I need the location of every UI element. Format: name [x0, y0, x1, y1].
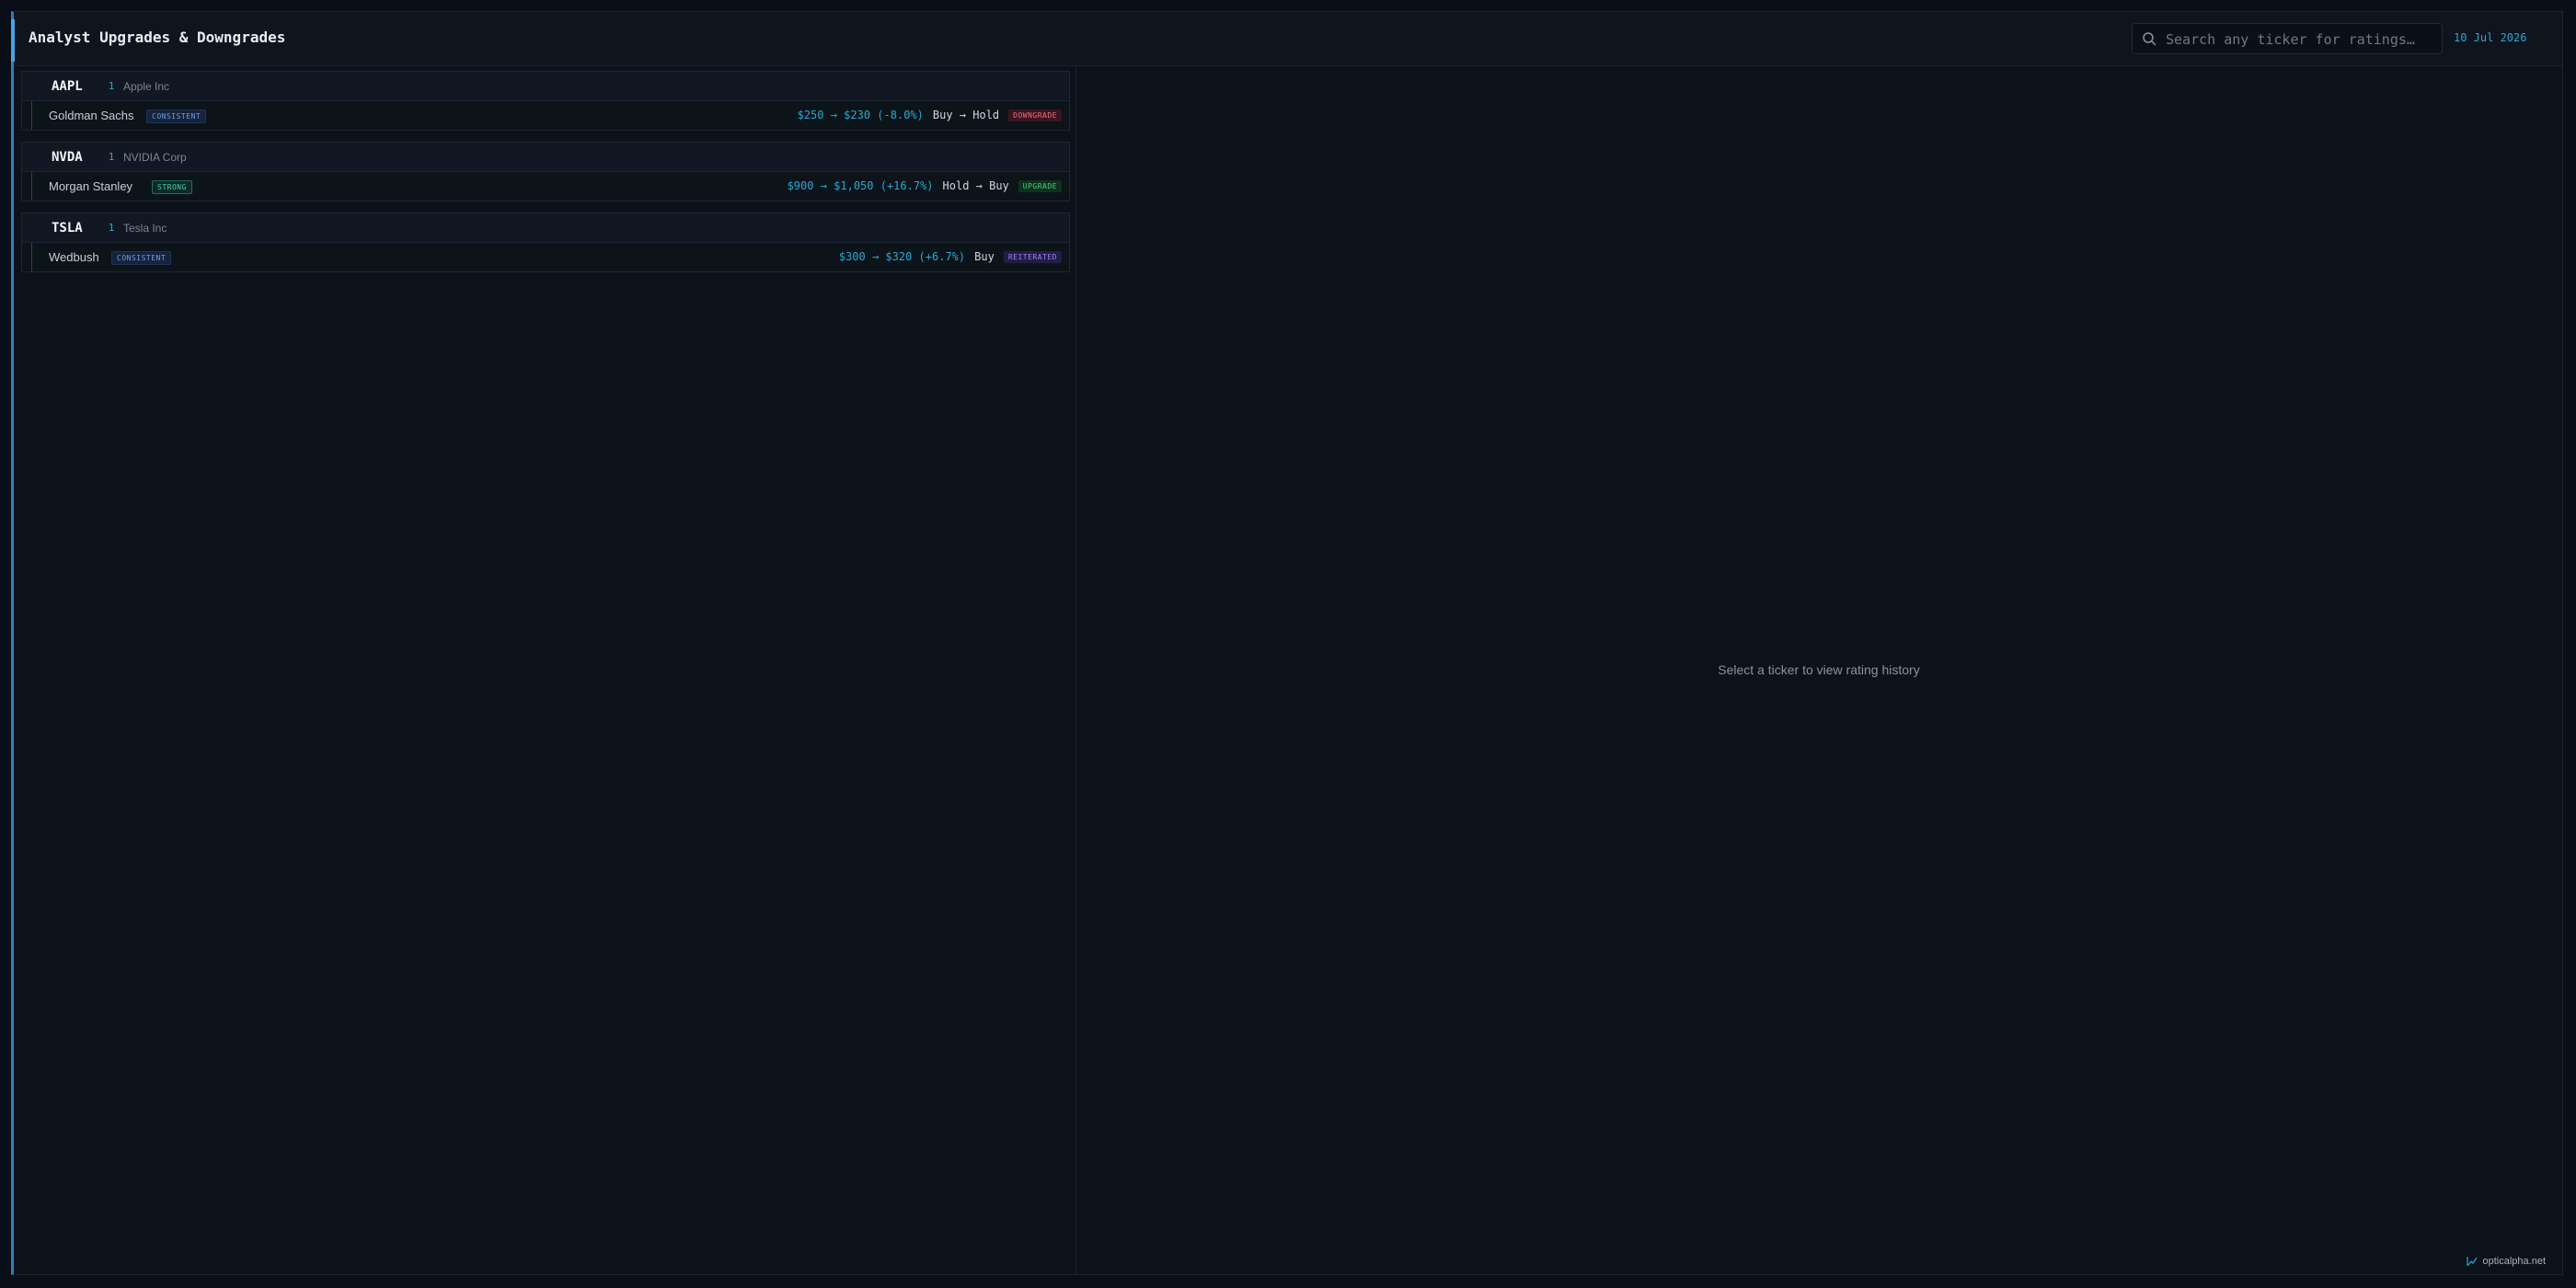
ticker-header-nvda[interactable]: NVDA 1 NVIDIA Corp	[22, 143, 1069, 172]
company-name: NVIDIA Corp	[123, 151, 187, 164]
detail-panel: Select a ticker to view rating history	[1075, 65, 2562, 1274]
analyst-firm: Wedbush	[49, 250, 99, 264]
search-icon	[2143, 32, 2156, 46]
ticker-group-nvda: NVDA 1 NVIDIA Corp Morgan Stanley STRONG…	[21, 142, 1070, 201]
ratings-list-panel: AAPL 1 Apple Inc Goldman Sachs CONSISTEN…	[14, 65, 1076, 1274]
rating-row[interactable]: Wedbush CONSISTENT $300 → $320 (+6.7%) B…	[31, 243, 1069, 271]
action-badge: DOWNGRADE	[1008, 109, 1062, 121]
ticker-symbol: NVDA	[52, 150, 83, 165]
rating-count: 1	[108, 151, 115, 163]
price-target-change: $250 → $230 (-8.0%)	[797, 109, 924, 121]
rating-change: Buy	[974, 250, 995, 263]
app-frame: Analyst Upgrades & Downgrades 10 Jul 202…	[11, 11, 2563, 1275]
rating-change-info: $900 → $1,050 (+16.7%) Hold → Buy UPGRAD…	[788, 179, 1062, 192]
company-name: Tesla Inc	[123, 222, 167, 235]
rating-row[interactable]: Morgan Stanley STRONG $900 → $1,050 (+16…	[31, 172, 1069, 201]
action-badge: REITERATED	[1003, 250, 1062, 263]
ticker-symbol: AAPL	[52, 79, 83, 94]
ticker-group-aapl: AAPL 1 Apple Inc Goldman Sachs CONSISTEN…	[21, 71, 1070, 131]
page-title: Analyst Upgrades & Downgrades	[29, 29, 286, 46]
footer-brand[interactable]: opticalpha.net	[2466, 1256, 2547, 1267]
consistency-badge: CONSISTENT	[111, 251, 172, 265]
chart-trend-icon	[2466, 1257, 2477, 1266]
company-name: Apple Inc	[123, 80, 170, 93]
rating-change: Hold → Buy	[942, 179, 1009, 192]
rating-change-info: $250 → $230 (-8.0%) Buy → Hold DOWNGRADE	[798, 109, 1062, 121]
ticker-header-tsla[interactable]: TSLA 1 Tesla Inc	[22, 213, 1069, 243]
analyst-firm: Goldman Sachs	[49, 109, 134, 122]
consistency-badge: CONSISTENT	[146, 109, 207, 123]
header-bar: Analyst Upgrades & Downgrades 10 Jul 202…	[11, 12, 2562, 66]
brand-link[interactable]: opticalpha.net	[2483, 1256, 2547, 1267]
header-accent-bar	[11, 19, 15, 62]
rating-row[interactable]: Goldman Sachs CONSISTENT $250 → $230 (-8…	[31, 101, 1069, 130]
empty-state-message: Select a ticker to view rating history	[1718, 662, 1920, 677]
price-target-change: $300 → $320 (+6.7%)	[838, 250, 966, 263]
search-box[interactable]	[2132, 23, 2443, 54]
analyst-firm: Morgan Stanley	[49, 179, 133, 193]
action-badge: UPGRADE	[1018, 179, 1062, 192]
ticker-group-tsla: TSLA 1 Tesla Inc Wedbush CONSISTENT $300…	[21, 213, 1070, 272]
date-label: 10 Jul 2026	[2454, 31, 2527, 44]
price-target-change: $900 → $1,050 (+16.7%)	[787, 179, 934, 192]
search-input[interactable]	[2164, 28, 2440, 52]
ticker-symbol: TSLA	[52, 221, 83, 236]
ticker-header-aapl[interactable]: AAPL 1 Apple Inc	[22, 72, 1069, 101]
rating-change: Buy → Hold	[932, 109, 1000, 121]
rating-change-info: $300 → $320 (+6.7%) Buy REITERATED	[839, 250, 1062, 263]
rating-count: 1	[108, 80, 115, 92]
rating-count: 1	[108, 222, 115, 234]
consistency-badge: STRONG	[152, 180, 192, 194]
